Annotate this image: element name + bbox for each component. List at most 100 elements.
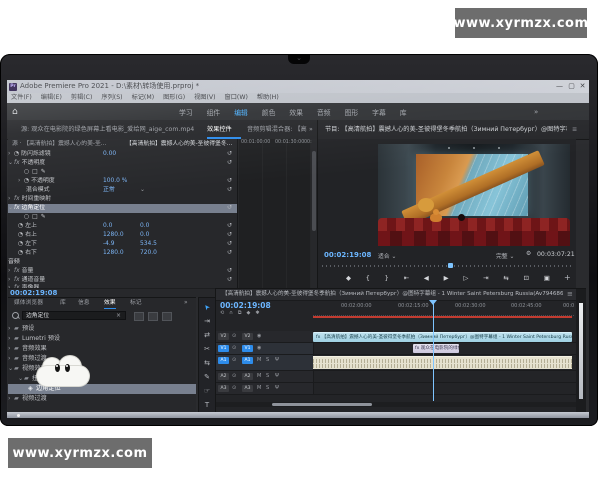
- timeline-panel-menu-icon[interactable]: ≡: [567, 289, 573, 300]
- param-y[interactable]: 720.0: [140, 249, 157, 258]
- lock-icon[interactable]: ⊙: [232, 385, 236, 391]
- source-patch-a3[interactable]: A3: [218, 385, 229, 392]
- rect-mask-icon[interactable]: □: [32, 169, 41, 175]
- ec-row-lower-left[interactable]: ◔左下 -4.9 534.5: [8, 240, 247, 249]
- reset-icon[interactable]: ↺: [227, 222, 235, 229]
- zoom-level-select[interactable]: 适合 ⌄: [378, 251, 396, 260]
- track-select-tool-icon[interactable]: ⇥: [199, 314, 215, 328]
- panel-divider[interactable]: [317, 120, 318, 288]
- ec-row-upper-left[interactable]: ◔左上 0.0 0.0: [8, 222, 247, 231]
- go-to-in-button[interactable]: ⇤: [404, 274, 409, 282]
- param-value[interactable]: 100.0 %: [103, 177, 127, 186]
- comparison-view-button[interactable]: ▣: [544, 274, 550, 282]
- program-playhead-knob[interactable]: [448, 263, 453, 268]
- program-panel-menu-icon[interactable]: ≡: [572, 120, 577, 139]
- clip-v1-green-screen[interactable]: fx 观众在电影院的绿色屏幕上看电影 [V]: [413, 344, 459, 353]
- reset-icon[interactable]: ↺: [227, 159, 235, 166]
- ec-row-blend-mode[interactable]: 混合模式 正常 ⌄: [8, 186, 255, 195]
- workspace-tab-color[interactable]: 颜色: [262, 107, 276, 117]
- mute-icon[interactable]: M: [257, 385, 261, 391]
- param-y[interactable]: 0.0: [140, 231, 149, 240]
- stopwatch-icon[interactable]: ◔: [18, 241, 23, 247]
- go-to-out-button[interactable]: ⇥: [483, 274, 488, 282]
- export-frame-button[interactable]: ⊡: [524, 274, 529, 282]
- ec-timecode[interactable]: 00:02:19:08: [10, 289, 57, 297]
- workspace-tab-graphics[interactable]: 图形: [345, 107, 359, 117]
- reset-icon[interactable]: ↺: [227, 150, 235, 157]
- eye-icon[interactable]: ◉: [257, 345, 261, 351]
- workspace-overflow-icon[interactable]: »: [534, 108, 538, 116]
- sequence-clip-selector[interactable]: 【高清航拍】震撼人心的美-圣彼得堡冬...: [126, 139, 232, 149]
- track-target-a1[interactable]: A1: [242, 357, 253, 364]
- clip-a1-audio-waveform[interactable]: [313, 356, 572, 369]
- ec-vertical-scrollbar[interactable]: [312, 151, 316, 231]
- ec-row-opacity-section[interactable]: ⌄fx不透明度: [8, 159, 237, 168]
- stopwatch-icon[interactable]: ◔: [18, 223, 23, 229]
- menu-window[interactable]: 窗口(W): [225, 93, 248, 103]
- param-value[interactable]: 0.00: [103, 150, 116, 159]
- reset-icon[interactable]: ↺: [227, 186, 235, 193]
- param-x[interactable]: -4.9: [103, 240, 115, 249]
- add-marker-icon[interactable]: ◆: [246, 310, 250, 316]
- slip-tool-icon[interactable]: ⇆: [199, 356, 215, 370]
- mic-icon[interactable]: Ψ: [275, 373, 279, 379]
- track-target-a2[interactable]: A2: [242, 373, 253, 380]
- mute-icon[interactable]: M: [257, 373, 261, 379]
- pen-mask-icon[interactable]: ✎: [41, 214, 49, 220]
- play-button[interactable]: ▶: [444, 274, 449, 282]
- solo-icon[interactable]: S: [266, 385, 269, 391]
- tree-item-presets[interactable]: ›▰预设: [8, 324, 196, 334]
- source-patch-v1[interactable]: V1: [218, 345, 229, 352]
- step-forward-button[interactable]: ▷: [463, 274, 468, 282]
- tab-info[interactable]: 信息: [78, 298, 90, 308]
- ec-row-volume[interactable]: ›fx音量: [8, 267, 237, 276]
- ec-row-opacity-value[interactable]: ›◔不透明度 100.0 %: [8, 177, 247, 186]
- workspace-tab-learning[interactable]: 学习: [179, 107, 193, 117]
- timeline-ruler[interactable]: 00:02:00:00 00:02:15:00 00:02:30:00 00:0…: [313, 300, 574, 316]
- selection-tool-icon[interactable]: ➤: [199, 300, 215, 314]
- menu-view[interactable]: 视图(V): [194, 93, 215, 103]
- maximize-button[interactable]: ▢: [566, 80, 577, 93]
- minimize-button[interactable]: —: [554, 80, 565, 93]
- ellipse-mask-icon[interactable]: ○: [24, 169, 32, 175]
- source-patch-a2[interactable]: A2: [218, 373, 229, 380]
- track-target-a3[interactable]: A3: [242, 385, 253, 392]
- menu-sequence[interactable]: 序列(S): [101, 93, 122, 103]
- solo-icon[interactable]: S: [266, 373, 269, 379]
- reset-icon[interactable]: ↺: [227, 240, 235, 247]
- snap-icon[interactable]: ∩: [229, 310, 233, 316]
- pen-mask-icon[interactable]: ✎: [41, 169, 49, 175]
- tab-libraries[interactable]: 库: [60, 298, 66, 308]
- tab-audio-mixer[interactable]: 音频剪辑混合器: 【高清航拍】震撼人心的美: [247, 120, 307, 139]
- ec-row-lower-right[interactable]: ◔右下 1280.0 720.0: [8, 249, 247, 258]
- ec-row-corner-pin-selected[interactable]: ⌄fx边角定位: [8, 204, 237, 213]
- timeline-settings-icon[interactable]: ✱: [255, 310, 259, 316]
- new-custom-bin-icon[interactable]: [134, 312, 144, 321]
- stopwatch-icon[interactable]: ◔: [14, 151, 19, 157]
- menu-help[interactable]: 帮助(H): [257, 93, 279, 103]
- workspace-tab-captions[interactable]: 字幕: [372, 107, 386, 117]
- mic-icon[interactable]: Ψ: [275, 357, 279, 363]
- razor-tool-icon[interactable]: ✂: [199, 342, 215, 356]
- playback-resolution-select[interactable]: 完整 ⌄: [496, 251, 514, 260]
- add-marker-button[interactable]: ◆: [346, 274, 351, 282]
- ec-row-upper-right[interactable]: ◔右上 1280.0 0.0: [8, 231, 247, 240]
- lock-icon[interactable]: ⊙: [232, 333, 236, 339]
- tab-effect-controls[interactable]: 效果控件: [207, 120, 241, 139]
- lock-icon[interactable]: ⊙: [232, 345, 236, 351]
- ec-row-time-remapping[interactable]: ›fx时间重映射: [8, 195, 237, 204]
- reset-icon[interactable]: ↺: [227, 249, 235, 256]
- workspace-tab-effects[interactable]: 效果: [289, 107, 303, 117]
- reset-icon[interactable]: ↺: [227, 231, 235, 238]
- lock-icon[interactable]: ⊙: [232, 373, 236, 379]
- 32bit-effects-icon[interactable]: [162, 312, 172, 321]
- param-y[interactable]: 0.0: [140, 222, 149, 231]
- stopwatch-icon[interactable]: ◔: [18, 250, 23, 256]
- blend-mode-select[interactable]: 正常: [103, 186, 115, 195]
- ec-row-antiflicker[interactable]: ›◔防闪烁滤镜 0.00: [8, 150, 237, 159]
- tab-effects[interactable]: 效果: [104, 298, 116, 309]
- ripple-edit-tool-icon[interactable]: ⇄: [199, 328, 215, 342]
- effects-tabs-overflow-icon[interactable]: »: [184, 298, 188, 308]
- mic-icon[interactable]: Ψ: [275, 385, 279, 391]
- lift-button[interactable]: ⇆: [503, 274, 508, 282]
